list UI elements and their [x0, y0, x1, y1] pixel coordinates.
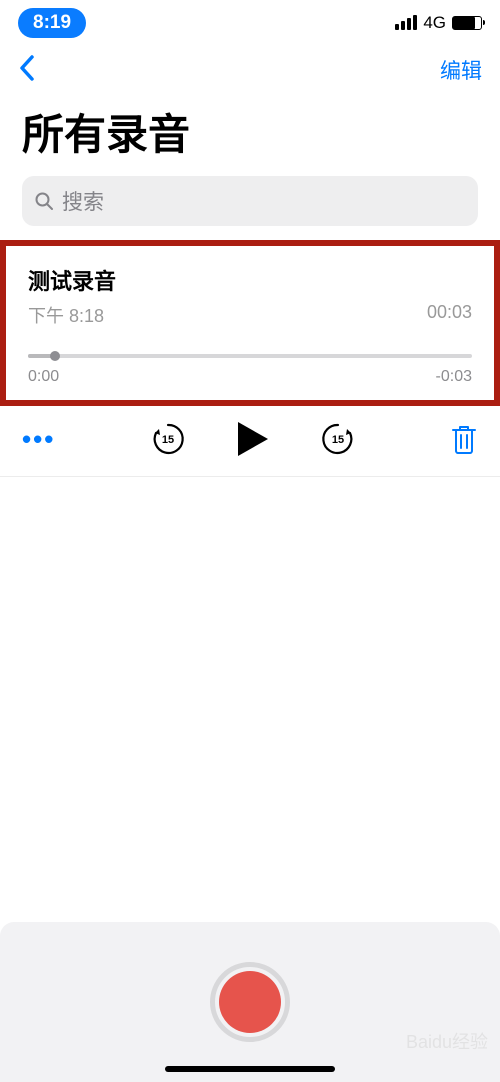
more-button[interactable]: •••: [22, 424, 55, 455]
status-right: 4G: [395, 13, 482, 33]
page-title: 所有录音: [0, 95, 500, 176]
search-input[interactable]: 搜索: [22, 176, 478, 226]
back-button[interactable]: [18, 54, 35, 87]
network-label: 4G: [423, 13, 446, 33]
search-placeholder: 搜索: [62, 186, 104, 216]
signal-icon: [395, 15, 417, 30]
playback-scrubber[interactable]: [28, 354, 472, 358]
delete-button[interactable]: [450, 423, 478, 455]
trash-icon: [450, 423, 478, 455]
highlight-annotation: 测试录音 下午 8:18 00:03 0:00 -0:03: [0, 240, 500, 406]
home-indicator[interactable]: [165, 1066, 335, 1072]
forward-15-icon: 15: [320, 421, 356, 457]
bottom-dock: [0, 922, 500, 1082]
rewind-15-button[interactable]: 15: [150, 421, 186, 457]
forward-15-button[interactable]: 15: [320, 421, 356, 457]
recording-timestamp: 下午 8:18: [28, 302, 104, 328]
svg-text:15: 15: [332, 434, 344, 446]
svg-text:15: 15: [162, 434, 174, 446]
recording-item[interactable]: 测试录音 下午 8:18 00:03 0:00 -0:03: [6, 246, 494, 400]
status-time: 8:19: [18, 8, 86, 38]
record-icon: [219, 971, 281, 1033]
scrubber-thumb[interactable]: [50, 351, 60, 361]
remaining-time: -0:03: [436, 368, 472, 386]
playback-controls: ••• 15 15: [0, 406, 500, 477]
nav-bar: 编辑: [0, 45, 500, 95]
play-icon: [236, 420, 270, 458]
recording-title: 测试录音: [28, 264, 472, 296]
elapsed-time: 0:00: [28, 368, 59, 386]
edit-button[interactable]: 编辑: [440, 55, 482, 85]
watermark: Baidu经验: [406, 1028, 488, 1054]
battery-icon: [452, 16, 482, 30]
rewind-15-icon: 15: [150, 421, 186, 457]
play-button[interactable]: [236, 420, 270, 458]
search-container: 搜索: [0, 176, 500, 240]
recording-duration: 00:03: [427, 302, 472, 328]
status-bar: 8:19 4G: [0, 0, 500, 45]
search-icon: [34, 191, 54, 211]
chevron-left-icon: [18, 54, 35, 82]
record-button[interactable]: [210, 962, 290, 1042]
